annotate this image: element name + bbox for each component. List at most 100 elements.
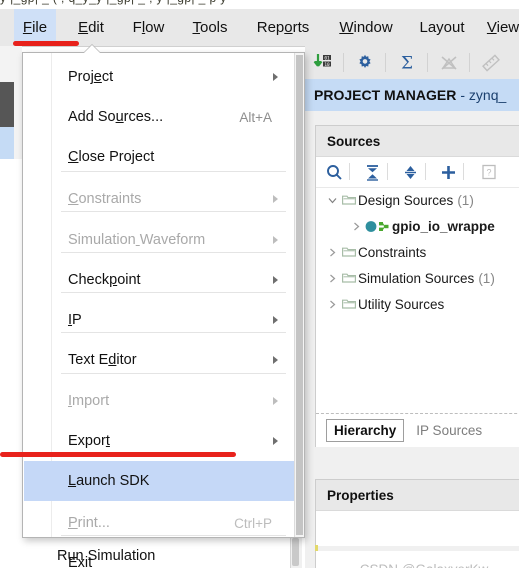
submenu-arrow-icon: [273, 397, 278, 405]
module-icon: [364, 220, 392, 233]
svg-text:01: 01: [324, 55, 330, 61]
tree-item-label: gpio_io_wrappe: [392, 218, 495, 234]
menubar-item-flow[interactable]: Flow: [125, 9, 172, 46]
chevron-down-icon[interactable]: [324, 196, 340, 205]
dropdown-pointer: [84, 45, 100, 53]
collapse-all-icon[interactable]: [360, 160, 385, 184]
menu-item-label: Simulation Waveform: [68, 232, 206, 248]
red-underline-file: [13, 41, 79, 46]
menu-item-label: Add Sources...: [68, 109, 164, 125]
sources-panel-header: Sources: [316, 126, 519, 157]
tree-item-count: (1): [457, 192, 474, 208]
menu-item-ip[interactable]: IP: [51, 300, 294, 340]
menubar-item-label: Layout: [419, 19, 465, 36]
menubar-item-label: File: [22, 19, 48, 36]
toolbar-separator: [469, 53, 470, 72]
secondary-toolbar: 01 10 Σ: [305, 46, 519, 80]
menu-item-label: Project: [68, 69, 114, 85]
menu-item-accelerator: Alt+A: [239, 109, 272, 125]
tree-item-label: Design Sources: [358, 192, 454, 208]
tree-item-label: Constraints: [358, 244, 427, 260]
menu-item-label: Launch SDK: [68, 473, 150, 489]
folder-icon: [340, 246, 358, 258]
submenu-arrow-icon: [273, 356, 278, 364]
svg-text:?: ?: [486, 168, 491, 178]
menu-item-text-editor[interactable]: Text Editor: [51, 340, 294, 380]
ruler-icon: [478, 50, 504, 75]
project-manager-subtitle: - zynq_: [460, 87, 507, 103]
clipped-top-text: y |_gp| _ ( , q_y_y |_gp| _ , y |_gp| _ …: [0, 0, 227, 5]
red-underline-launch-sdk: [0, 452, 236, 457]
left-dark-strip: [0, 82, 14, 127]
tree-item-gpio-io-wrapper[interactable]: gpio_io_wrappe: [316, 213, 519, 239]
chevron-right-icon[interactable]: [324, 248, 340, 257]
submenu-arrow-icon: [273, 73, 278, 81]
submenu-arrow-icon: [273, 437, 278, 445]
menubar-item-label: Window: [339, 19, 393, 36]
menu-item-label: Close Project: [68, 149, 155, 165]
menu-item-launch-sdk[interactable]: Launch SDK: [24, 461, 294, 501]
menu-item-checkpoint[interactable]: Checkpoint: [51, 260, 294, 300]
properties-panel: Properties: [315, 479, 519, 546]
tree-item-utility-sources[interactable]: Utility Sources: [316, 291, 519, 317]
menubar-item-layout[interactable]: Layout: [412, 9, 472, 46]
sources-tree: Design Sources (1) gpio_io_wrappe Constrain…: [316, 187, 519, 317]
menu-item-label: Text Editor: [68, 352, 137, 368]
add-sources-icon[interactable]: [436, 160, 461, 184]
toolbar-separator: [343, 53, 344, 72]
toolbar-separator: [385, 53, 386, 72]
properties-panel-header: Properties: [316, 480, 519, 511]
menubar-item-label: Edit: [78, 19, 104, 36]
submenu-arrow-icon: [273, 276, 278, 284]
menu-item-label: Checkpoint: [68, 272, 141, 288]
menu-item-close-project[interactable]: Close Project: [51, 137, 294, 177]
toolbar-separator: [427, 53, 428, 72]
menubar-item-label: Flow: [132, 19, 165, 36]
sources-panel-title: Sources: [327, 133, 381, 149]
svg-text:10: 10: [324, 62, 330, 68]
tree-item-design-sources[interactable]: Design Sources (1): [316, 187, 519, 213]
menu-item-print: Print... Ctrl+P: [51, 503, 294, 543]
tree-item-count: (1): [478, 270, 495, 286]
menubar-item-tools[interactable]: Tools: [184, 9, 236, 46]
sigma-icon[interactable]: Σ: [394, 50, 420, 75]
menubar-item-label: Tools: [192, 19, 228, 36]
file-menu-dropdown: Project Add Sources... Alt+A Close Project C…: [22, 44, 305, 568]
chevron-right-icon[interactable]: [324, 274, 340, 283]
folder-icon: [340, 272, 358, 284]
cross-chart-icon: [436, 50, 462, 75]
tree-item-simulation-sources[interactable]: Simulation Sources (1): [316, 265, 519, 291]
tab-ip-sources[interactable]: IP Sources: [409, 420, 489, 441]
svg-text:Σ: Σ: [401, 54, 413, 72]
sources-toolbar: ?: [316, 157, 519, 188]
help-icon: ?: [476, 160, 501, 184]
project-manager-banner: PROJECT MANAGER - zynq_: [305, 79, 519, 111]
tab-hierarchy[interactable]: Hierarchy: [326, 419, 405, 442]
generate-bitstream-icon[interactable]: 01 10: [310, 50, 336, 75]
watermark-area: CSDN @GalaxyerKw: [315, 551, 519, 568]
expand-all-icon[interactable]: [398, 160, 423, 184]
menubar-item-window[interactable]: Window: [330, 9, 402, 46]
tree-item-label: Utility Sources: [358, 296, 445, 312]
menubar-item-view[interactable]: View: [480, 9, 519, 46]
left-blue-strip: [0, 127, 14, 159]
watermark-text: CSDN @GalaxyerKw: [360, 562, 488, 568]
menu-item-constraints: Constraints: [51, 179, 294, 219]
menu-item-label: IP: [68, 312, 82, 328]
chevron-right-icon[interactable]: [324, 300, 340, 309]
menu-item-import: Import: [51, 381, 294, 421]
search-icon[interactable]: [322, 160, 347, 184]
chevron-right-icon[interactable]: [348, 222, 364, 231]
menu-item-exit[interactable]: Exit: [51, 543, 294, 568]
menu-item-add-sources[interactable]: Add Sources... Alt+A: [51, 97, 294, 137]
menu-item-label: Print...: [68, 515, 110, 531]
sources-toolbar-separator: [463, 163, 464, 180]
menu-item-label: Exit: [68, 555, 93, 568]
left-gutter-white: [0, 159, 22, 568]
tree-item-constraints[interactable]: Constraints: [316, 239, 519, 265]
settings-gear-icon[interactable]: [352, 50, 378, 75]
menu-item-project[interactable]: Project: [51, 57, 294, 97]
menubar-item-reports[interactable]: Reports: [248, 9, 318, 46]
project-manager-title: PROJECT MANAGER: [314, 87, 457, 103]
dropdown-scroll-thumb[interactable]: [296, 55, 303, 535]
